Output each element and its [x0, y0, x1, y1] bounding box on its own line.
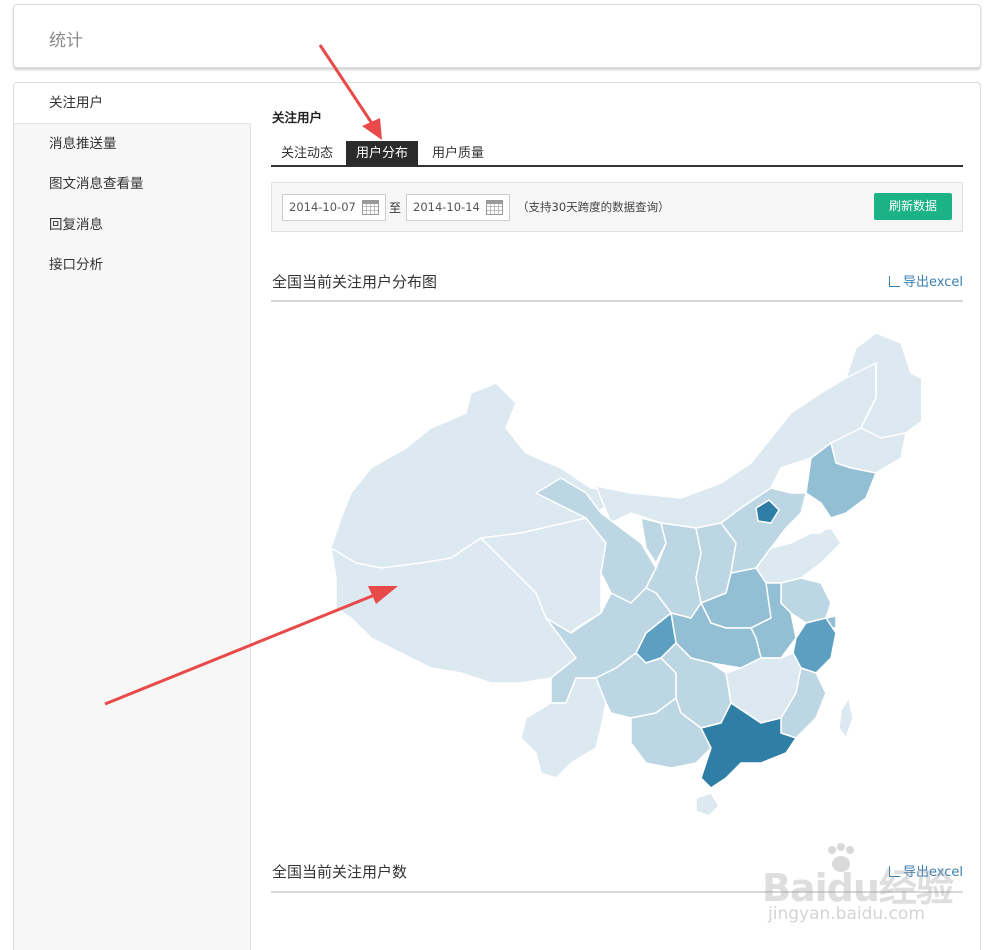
tab-user-distribution[interactable]: 用户分布	[346, 141, 419, 166]
sidebar: 关注用户 消息推送量 图文消息查看量 回复消息 接口分析	[14, 83, 251, 950]
export-excel-link[interactable]: 导出excel	[889, 271, 963, 290]
sidebar-item-api-analysis[interactable]: 接口分析	[14, 245, 250, 286]
external-link-icon	[889, 866, 900, 877]
external-link-icon	[889, 276, 900, 287]
start-date-input[interactable]: 2014-10-07	[282, 194, 386, 221]
export-excel-link[interactable]: 导出excel	[889, 861, 963, 880]
export-excel-label: 导出excel	[903, 275, 963, 290]
china-map-svg	[330, 332, 932, 817]
tab-bar: 关注动态 用户分布 用户质量	[271, 140, 963, 167]
sidebar-item-reply-messages[interactable]: 回复消息	[14, 205, 250, 246]
divider	[271, 300, 963, 302]
content-panel: 关注用户 消息推送量 图文消息查看量 回复消息 接口分析 关注用户 关注动态 用…	[13, 82, 981, 950]
calendar-icon[interactable]	[362, 200, 379, 215]
section-title: 关注用户	[272, 110, 323, 125]
tab-user-quality[interactable]: 用户质量	[422, 141, 494, 166]
calendar-icon[interactable]	[486, 200, 503, 215]
date-filter-bar: 2014-10-07 至 2014-10-14 （支持30天跨度的数据查询） 刷…	[271, 182, 963, 232]
tab-follow-trend[interactable]: 关注动态	[271, 141, 343, 166]
map-block-title: 全国当前关注用户分布图	[272, 273, 438, 291]
map-region-hainan[interactable]	[695, 792, 720, 817]
date-range-hint: （支持30天跨度的数据查询）	[517, 200, 670, 214]
main-content: 关注用户 关注动态 用户分布 用户质量 2014-10-07 至 2014-10…	[271, 83, 963, 950]
date-range-separator: 至	[389, 201, 402, 215]
sidebar-item-push-volume[interactable]: 消息推送量	[14, 124, 250, 165]
map-region-taiwan[interactable]	[838, 697, 854, 739]
start-date-value: 2014-10-07	[289, 200, 356, 214]
refresh-data-button[interactable]: 刷新数据	[874, 193, 952, 220]
sidebar-item-followers[interactable]: 关注用户	[14, 83, 251, 124]
sidebar-item-article-views[interactable]: 图文消息查看量	[14, 164, 250, 205]
page-header: 统计	[13, 4, 981, 68]
end-date-value: 2014-10-14	[413, 200, 480, 214]
export-excel-label: 导出excel	[903, 865, 963, 880]
count-block-title: 全国当前关注用户数	[272, 863, 408, 881]
end-date-input[interactable]: 2014-10-14	[406, 194, 510, 221]
divider	[271, 891, 963, 893]
page-title: 统计	[49, 31, 83, 51]
china-distribution-map	[301, 318, 932, 828]
